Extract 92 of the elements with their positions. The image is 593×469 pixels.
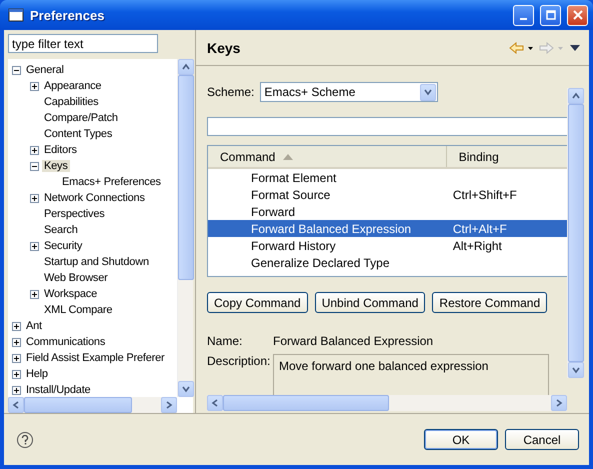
- close-icon: [572, 10, 582, 20]
- tree-item[interactable]: Search: [42, 224, 80, 236]
- tree-item[interactable]: Ant: [24, 320, 44, 332]
- forward-arrow-icon: [539, 42, 563, 54]
- tree-item[interactable]: Workspace: [42, 288, 100, 300]
- expand-icon[interactable]: [30, 82, 39, 90]
- tree-item[interactable]: General: [24, 64, 66, 76]
- window-icon: [8, 7, 24, 23]
- table-row[interactable]: Forward: [208, 203, 567, 220]
- table-row[interactable]: Generalize Declared Type: [208, 254, 567, 271]
- expand-icon[interactable]: [30, 194, 39, 202]
- dropdown-button[interactable]: [420, 84, 436, 100]
- action-button[interactable]: Restore Command: [432, 292, 548, 313]
- vertical-scrollbar[interactable]: [567, 88, 583, 378]
- tree-item[interactable]: Appearance: [42, 80, 104, 92]
- maximize-button[interactable]: [540, 4, 561, 26]
- binding-cell-text: Alt+Right: [452, 238, 503, 252]
- tree-item[interactable]: Startup and Shutdown: [42, 256, 151, 268]
- name-label: Name:: [207, 334, 244, 348]
- binding-cell-text: Ctrl+Shift+F: [452, 188, 518, 202]
- scheme-label: Scheme:: [207, 85, 254, 99]
- filter-field[interactable]: type filter text: [8, 34, 158, 53]
- command-cell-text: Forward Balanced Expression: [250, 222, 412, 236]
- scroll-down-button[interactable]: [178, 381, 194, 397]
- vertical-scrollbar[interactable]: [177, 59, 193, 397]
- scroll-left-button[interactable]: [8, 397, 24, 413]
- search-field[interactable]: [207, 117, 567, 136]
- expand-icon[interactable]: [12, 370, 21, 378]
- table-row[interactable]: Forward History Alt+Right: [208, 237, 567, 254]
- scroll-up-button[interactable]: [568, 88, 584, 104]
- scroll-right-button[interactable]: [551, 395, 567, 411]
- scroll-down-button[interactable]: [568, 362, 584, 378]
- tree-item[interactable]: Capabilities: [42, 96, 100, 108]
- collapse-icon[interactable]: [30, 162, 39, 170]
- tree-item[interactable]: Network Connections: [42, 192, 147, 204]
- column-header[interactable]: Command: [208, 146, 447, 167]
- tree-item[interactable]: Editors: [42, 144, 79, 156]
- description-field[interactable]: Move forward one balanced expression: [273, 354, 549, 395]
- scroll-thumb[interactable]: [24, 397, 132, 413]
- dialog-button[interactable]: OK: [424, 429, 498, 450]
- horizontal-scrollbar[interactable]: [207, 395, 567, 411]
- scroll-right-button[interactable]: [161, 397, 177, 413]
- command-cell-text: Generalize Declared Type: [250, 256, 391, 270]
- action-button[interactable]: Unbind Command: [314, 292, 426, 313]
- back-arrow-icon[interactable]: [509, 42, 533, 54]
- tree-item[interactable]: Help: [24, 368, 50, 380]
- expand-icon[interactable]: [12, 386, 21, 394]
- tree-item[interactable]: Emacs+ Preferences: [60, 176, 163, 188]
- command-cell-text: Forward History: [250, 238, 337, 252]
- collapse-icon[interactable]: [12, 66, 21, 74]
- command-cell-text: Forward: [250, 204, 296, 218]
- description-label: Description:: [207, 354, 272, 370]
- tree-item[interactable]: Communications: [24, 336, 108, 348]
- expand-icon[interactable]: [12, 354, 21, 362]
- expand-icon[interactable]: [12, 338, 21, 346]
- table-row[interactable]: Format Element: [208, 169, 567, 186]
- maximize-icon: [546, 10, 556, 20]
- tree-item[interactable]: Security: [42, 240, 84, 252]
- table-row[interactable]: Format Source Ctrl+Shift+F: [208, 186, 567, 203]
- dialog-button[interactable]: Cancel: [505, 429, 579, 450]
- expand-icon[interactable]: [30, 290, 39, 298]
- tree-item[interactable]: Keys: [42, 160, 70, 172]
- expand-icon[interactable]: [12, 322, 21, 330]
- minimize-button[interactable]: [513, 4, 534, 26]
- window-title: Preferences: [30, 8, 106, 22]
- scroll-thumb[interactable]: [223, 395, 389, 411]
- command-name: Forward Balanced Expression: [273, 334, 434, 348]
- command-cell-text: Format Source: [250, 188, 332, 202]
- expand-icon[interactable]: [30, 242, 39, 250]
- action-button[interactable]: Copy Command: [207, 292, 308, 313]
- horizontal-scrollbar[interactable]: [8, 397, 177, 413]
- close-button[interactable]: [567, 4, 588, 26]
- expand-icon[interactable]: [30, 146, 39, 154]
- scroll-thumb[interactable]: [568, 104, 584, 362]
- page-title: Keys: [207, 40, 242, 56]
- scheme-dropdown[interactable]: Emacs+ Scheme: [260, 82, 438, 102]
- binding-cell-text: Ctrl+Alt+F: [452, 222, 508, 236]
- tree-item[interactable]: Install/Update: [24, 384, 92, 396]
- command-cell-text: Format Element: [250, 170, 338, 184]
- tree-item[interactable]: Compare/Patch: [42, 112, 120, 124]
- help-icon[interactable]: [17, 432, 33, 448]
- tree-item[interactable]: Content Types: [42, 128, 114, 140]
- menu-icon[interactable]: [569, 44, 581, 52]
- scroll-left-button[interactable]: [207, 395, 223, 411]
- table-row[interactable]: Forward Balanced Expression Ctrl+Alt+F: [208, 220, 567, 237]
- scroll-up-button[interactable]: [178, 59, 194, 75]
- minimize-icon: [520, 18, 527, 20]
- tree-item[interactable]: Web Browser: [42, 272, 110, 284]
- tree-item[interactable]: Perspectives: [42, 208, 107, 220]
- scroll-thumb[interactable]: [178, 75, 194, 280]
- tree-item[interactable]: XML Compare: [42, 304, 114, 316]
- tree-item[interactable]: Field Assist Example Preferer: [24, 352, 166, 364]
